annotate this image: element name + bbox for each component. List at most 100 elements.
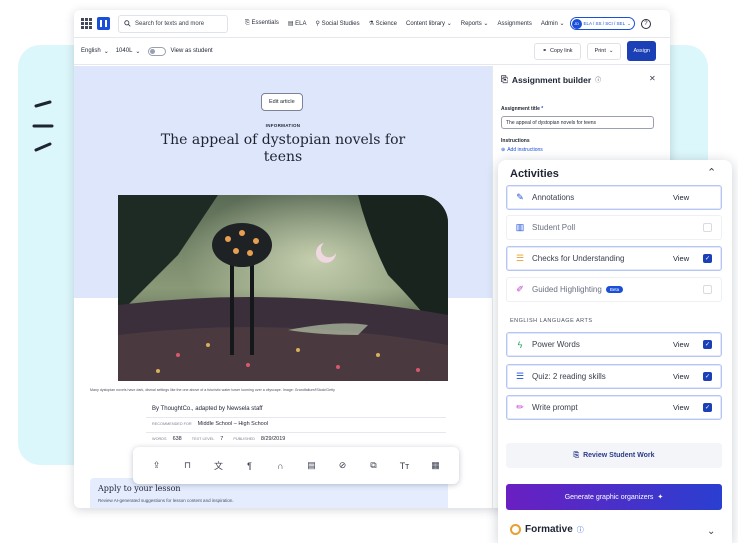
divider <box>146 417 446 418</box>
instructions-label: Instructions <box>501 138 530 144</box>
assign-button[interactable]: Assign <box>627 41 656 61</box>
sparkle-icon: ✦ <box>657 494 664 501</box>
bar-chart-icon: ▥ <box>515 222 525 232</box>
view-link[interactable]: View <box>673 372 689 381</box>
level-value: 1040L <box>115 48 133 54</box>
highlighter-icon: ✐ <box>516 284 524 294</box>
help-icon[interactable]: ? <box>640 18 651 29</box>
nav-reports[interactable]: Reports ⌄ <box>461 20 489 27</box>
nav-assignments[interactable]: Assignments <box>497 21 531 27</box>
checkbox-checked[interactable]: ✓ <box>703 254 712 263</box>
activity-write-prompt[interactable]: ✏ Write prompt View ✓ <box>506 395 722 420</box>
activity-label: Checks for Understanding <box>532 254 625 263</box>
activity-annotations[interactable]: ✎ Annotations View <box>506 185 722 210</box>
activity-checks-for-understanding[interactable]: ☰ Checks for Understanding View ✓ <box>506 246 722 271</box>
activity-label: Quiz: 2 reading skills <box>532 372 606 381</box>
image-caption: Many dystopian novels have dark, dismal … <box>90 388 335 392</box>
view-link[interactable]: View <box>673 254 689 263</box>
nav-social-studies[interactable]: ⚲ Social Studies <box>316 20 360 27</box>
formative-label: Formative <box>525 524 573 535</box>
link-icon: ⚭ <box>542 48 547 54</box>
copy-icon[interactable]: ⧉ <box>368 460 380 472</box>
headphones-icon[interactable]: ∩ <box>275 460 287 472</box>
lightning-icon: ϟ <box>517 339 523 350</box>
chevron-down-icon[interactable]: ⌄ <box>707 526 715 537</box>
article-pane: Edit article INFORMATION The appeal of d… <box>74 66 492 508</box>
activity-label: Power Words <box>532 340 580 349</box>
review-student-work-button[interactable]: ⎘ Review Student Work <box>506 443 722 468</box>
nav-science[interactable]: ⚗ Science <box>369 20 397 27</box>
activity-guided-highlighting[interactable]: ✐ Guided Highlighting Beta <box>506 277 722 302</box>
activity-label: Student Poll <box>532 223 576 232</box>
bookmark-icon[interactable]: ⊓ <box>182 460 194 472</box>
search-placeholder: Search for texts and more <box>135 20 205 27</box>
formative-section[interactable]: Formative ⓘ <box>510 524 584 535</box>
translate-icon[interactable]: 文 <box>213 460 225 472</box>
generate-graphic-organizers-button[interactable]: Generate graphic organizers ✦ <box>506 484 722 510</box>
info-icon[interactable]: ⓘ <box>595 75 601 84</box>
chevron-down-icon: ⌄ <box>103 48 109 55</box>
lesson-title: Apply to your lesson <box>98 484 181 493</box>
activity-label: Guided Highlighting <box>532 285 602 294</box>
document-icon[interactable]: ▦ <box>430 460 442 472</box>
recommended-label: RECOMMENDED FOR <box>152 422 192 426</box>
nav-essentials[interactable]: ⎘ Essentials <box>245 20 279 27</box>
text-level-value: 7 <box>220 436 224 442</box>
newsela-logo[interactable] <box>97 17 110 30</box>
print-label: Print <box>594 48 606 54</box>
account-switcher[interactable]: JD ELA / SS / SCI / SEL ⌄ <box>569 17 635 30</box>
text-size-icon[interactable]: Tт <box>399 460 411 472</box>
print-button[interactable]: Print ⌄ <box>586 42 622 60</box>
checkbox-checked[interactable]: ✓ <box>703 340 712 349</box>
beta-badge: Beta <box>605 286 624 293</box>
language-select[interactable]: English ⌄ <box>81 48 109 55</box>
clipboard-icon: ⎘ <box>573 451 580 459</box>
activities-panel: Activities ⌃ ✎ Annotations View ▥ Studen… <box>498 160 732 543</box>
dystopian-landscape-image <box>118 195 448 381</box>
level-select[interactable]: 1040L ⌄ <box>116 48 141 55</box>
checkbox[interactable] <box>703 223 712 232</box>
published-label: PUBLISHED <box>233 437 255 441</box>
reading-toolbar: ⇪ ⊓ 文 ¶ ∩ ▤ ⊘ ⧉ Tт ▦ <box>133 447 459 484</box>
nav-content-library[interactable]: Content library ⌄ <box>406 20 452 27</box>
nav-links: ⎘ Essentials ▤ ELA ⚲ Social Studies ⚗ Sc… <box>245 20 565 27</box>
article-stats: WORDS 638 TEXT LEVEL 7 PUBLISHED 8/29/20… <box>152 436 285 442</box>
nav-ela[interactable]: ▤ ELA <box>288 20 307 27</box>
builder-header: ⎘ Assignment builder ⓘ <box>501 74 601 85</box>
info-icon[interactable]: ⓘ <box>577 525 584 535</box>
lesson-text: Review AI-generated suggestions for less… <box>98 498 234 503</box>
glossary-icon[interactable]: ¶ <box>244 460 256 472</box>
article-byline: By ThoughtCo., adapted by Newsela staff <box>152 406 263 412</box>
activity-quiz[interactable]: ☰ Quiz: 2 reading skills View ✓ <box>506 364 722 389</box>
activity-student-poll[interactable]: ▥ Student Poll <box>506 215 722 240</box>
activity-label: Annotations <box>532 193 575 202</box>
notes-icon[interactable]: ▤ <box>306 460 318 472</box>
apps-grid-icon[interactable] <box>81 18 92 29</box>
avatar: JD <box>571 18 582 29</box>
list-icon: ☰ <box>515 253 525 263</box>
article-toolbar: English ⌄ 1040L ⌄ View as student ⚭ Copy l… <box>74 38 670 65</box>
activity-power-words[interactable]: ϟ Power Words View ✓ <box>506 332 722 357</box>
view-link[interactable]: View <box>673 340 689 349</box>
chevron-down-icon: ⌄ <box>608 48 614 54</box>
share-icon[interactable]: ⇪ <box>151 460 163 472</box>
checkbox-checked[interactable]: ✓ <box>703 372 712 381</box>
activities-heading: Activities <box>510 168 559 180</box>
chevron-down-icon: ⌄ <box>135 48 141 55</box>
account-label: ELA / SS / SCI / SEL <box>583 21 626 26</box>
add-instructions-button[interactable]: ⊕ Add instructions <box>501 147 543 153</box>
edit-article-button[interactable]: Edit article <box>261 93 303 111</box>
assignment-title-input[interactable]: The appeal of dystopian novels for teens <box>501 116 654 129</box>
close-icon[interactable]: ✕ <box>649 74 656 83</box>
search-input[interactable]: Search for texts and more <box>118 14 228 33</box>
view-link[interactable]: View <box>673 403 689 412</box>
view-as-student-toggle[interactable] <box>148 46 167 56</box>
nav-admin[interactable]: Admin ⌄ <box>541 20 565 27</box>
chevron-up-icon[interactable]: ⌃ <box>707 166 716 179</box>
checkbox-checked[interactable]: ✓ <box>703 403 712 412</box>
hide-icon[interactable]: ⊘ <box>337 460 349 472</box>
copy-link-button[interactable]: ⚭ Copy link <box>534 42 581 60</box>
checkbox[interactable] <box>703 285 712 294</box>
view-link[interactable]: View <box>673 193 689 202</box>
clipboard-icon: ⎘ <box>501 74 508 84</box>
